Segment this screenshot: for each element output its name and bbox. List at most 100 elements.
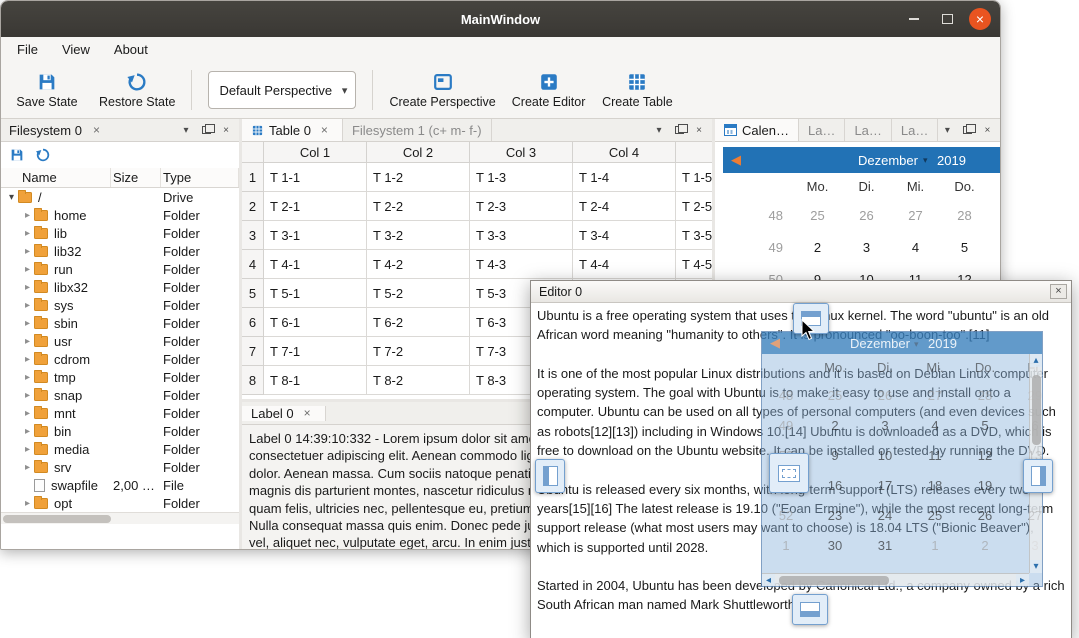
table-cell[interactable]: T 2-5 <box>676 192 712 221</box>
filesystem-table-header[interactable]: Name Size Type <box>1 168 239 188</box>
tree-row[interactable]: ▸ lib Folder <box>1 224 239 242</box>
table-cell[interactable]: T 2-4 <box>573 192 676 221</box>
expand-arrow-icon[interactable]: ▸ <box>21 372 34 383</box>
preview-hscrollbar[interactable]: ◂ ▸ <box>762 573 1029 586</box>
table-cell[interactable]: T 3-5 <box>676 221 712 250</box>
calendar-day[interactable]: 4 <box>891 240 940 255</box>
expand-arrow-icon[interactable]: ▸ <box>21 246 34 257</box>
tree-row[interactable]: ▸ home Folder <box>1 206 239 224</box>
table-cell[interactable]: T 4-1 <box>264 250 367 279</box>
tree-row[interactable]: ▸ media Folder <box>1 440 239 458</box>
scroll-left-icon[interactable]: ◂ <box>762 574 775 587</box>
close-icon[interactable]: × <box>978 121 996 139</box>
close-icon[interactable]: × <box>88 124 105 136</box>
scroll-down-icon[interactable]: ▾ <box>1030 560 1043 573</box>
prev-month-icon[interactable]: ◀ <box>723 152 741 168</box>
table-cell[interactable]: T 6-1 <box>264 308 367 337</box>
expand-arrow-icon[interactable]: ▸ <box>21 300 34 311</box>
table-cell[interactable]: T 7-2 <box>367 337 470 366</box>
perspective-select[interactable]: Default Perspective ▾ <box>208 71 356 109</box>
restore-icon[interactable] <box>35 147 51 163</box>
tree-row[interactable]: ▸ sys Folder <box>1 296 239 314</box>
menu-item[interactable]: File <box>5 37 50 62</box>
save-state-button[interactable]: Save State <box>11 71 83 109</box>
float-icon[interactable] <box>958 121 976 139</box>
column-header[interactable]: Col 5 <box>676 142 712 162</box>
table-corner[interactable] <box>242 142 264 162</box>
calendar-day[interactable]: 27 <box>891 208 940 223</box>
table-cell[interactable]: T 4-4 <box>573 250 676 279</box>
dock-indicator-left[interactable] <box>535 459 565 493</box>
table-cell[interactable]: T 6-2 <box>367 308 470 337</box>
maximize-button[interactable] <box>936 8 958 30</box>
scroll-right-icon[interactable]: ▸ <box>1016 574 1029 587</box>
dock-menu-icon[interactable]: ▾ <box>938 121 956 139</box>
calendar-day[interactable]: 6 <box>989 240 1000 255</box>
tree-row[interactable]: ▸ run Folder <box>1 260 239 278</box>
calendar-day[interactable]: 28 <box>940 208 989 223</box>
tab[interactable]: La… <box>892 119 938 141</box>
table-cell[interactable]: T 3-4 <box>573 221 676 250</box>
row-header[interactable]: 1 <box>242 163 264 192</box>
tree-row[interactable]: ▸ srv Folder <box>1 458 239 476</box>
tree-row[interactable]: ▸ tmp Folder <box>1 368 239 386</box>
menu-item[interactable]: About <box>102 37 160 62</box>
restore-state-button[interactable]: Restore State <box>99 71 175 109</box>
row-header[interactable]: 6 <box>242 308 264 337</box>
dock-indicator-center[interactable] <box>769 453 809 493</box>
table-cell[interactable]: T 8-2 <box>367 366 470 395</box>
expand-arrow-icon[interactable]: ▸ <box>21 210 34 221</box>
column-header-type[interactable]: Type <box>161 168 239 187</box>
float-icon[interactable] <box>670 121 688 139</box>
table-cell[interactable]: T 2-3 <box>470 192 573 221</box>
table-cell[interactable]: T 2-1 <box>264 192 367 221</box>
scrollbar-handle[interactable] <box>3 515 111 523</box>
month-button[interactable]: Dezember <box>858 153 918 168</box>
tree-row[interactable]: ▸ usr Folder <box>1 332 239 350</box>
column-header-size[interactable]: Size <box>111 168 161 187</box>
expand-arrow-icon[interactable]: ▸ <box>21 462 34 473</box>
table-cell[interactable]: T 1-1 <box>264 163 367 192</box>
scroll-up-icon[interactable]: ▴ <box>1030 354 1043 367</box>
menu-item[interactable]: View <box>50 37 102 62</box>
tree-row[interactable]: ▸ lib32 Folder <box>1 242 239 260</box>
tree-row[interactable]: ▸ snap Folder <box>1 386 239 404</box>
table-cell[interactable]: T 2-2 <box>367 192 470 221</box>
expand-arrow-icon[interactable]: ▸ <box>21 390 34 401</box>
close-icon[interactable]: × <box>217 121 235 139</box>
close-icon[interactable]: × <box>316 124 333 136</box>
close-icon[interactable]: × <box>299 407 316 419</box>
table-cell[interactable]: T 1-5 <box>676 163 712 192</box>
column-header[interactable]: Col 3 <box>470 142 573 162</box>
filesystem-dock-titlebar[interactable]: Filesystem 0 × ▾ × <box>1 119 239 142</box>
table-cell[interactable]: T 4-2 <box>367 250 470 279</box>
row-header[interactable]: 5 <box>242 279 264 308</box>
expand-arrow-icon[interactable]: ▸ <box>21 282 34 293</box>
column-header[interactable]: Col 4 <box>573 142 676 162</box>
tree-row[interactable]: ▸ mnt Folder <box>1 404 239 422</box>
dock-menu-icon[interactable]: ▾ <box>177 121 195 139</box>
close-icon[interactable]: × <box>690 121 708 139</box>
expand-arrow-icon[interactable]: ▸ <box>21 444 34 455</box>
tab-label-0[interactable]: Label 0 × <box>242 406 326 421</box>
row-header[interactable]: 4 <box>242 250 264 279</box>
dock-indicator-right[interactable] <box>1023 459 1053 493</box>
dock-menu-icon[interactable]: ▾ <box>650 121 668 139</box>
table-cell[interactable]: T 1-2 <box>367 163 470 192</box>
float-icon[interactable] <box>197 121 215 139</box>
tab[interactable]: La… <box>845 119 891 141</box>
column-header[interactable]: Col 2 <box>367 142 470 162</box>
tree-row[interactable]: swapfile 2,00 … File <box>1 476 239 494</box>
table-cell[interactable]: T 5-1 <box>264 279 367 308</box>
dock-indicator-bottom[interactable] <box>792 594 828 625</box>
column-header-name[interactable]: Name <box>1 168 111 187</box>
expand-arrow-icon[interactable]: ▸ <box>21 426 34 437</box>
table-cell[interactable]: T 4-5 <box>676 250 712 279</box>
window-titlebar[interactable]: MainWindow × <box>1 1 1000 37</box>
table-cell[interactable]: T 3-1 <box>264 221 367 250</box>
row-header[interactable]: 2 <box>242 192 264 221</box>
table-cell[interactable]: T 1-3 <box>470 163 573 192</box>
close-button[interactable]: × <box>1050 284 1067 299</box>
scroll-track[interactable] <box>775 574 1016 586</box>
tree-row[interactable]: ▸ libx32 Folder <box>1 278 239 296</box>
